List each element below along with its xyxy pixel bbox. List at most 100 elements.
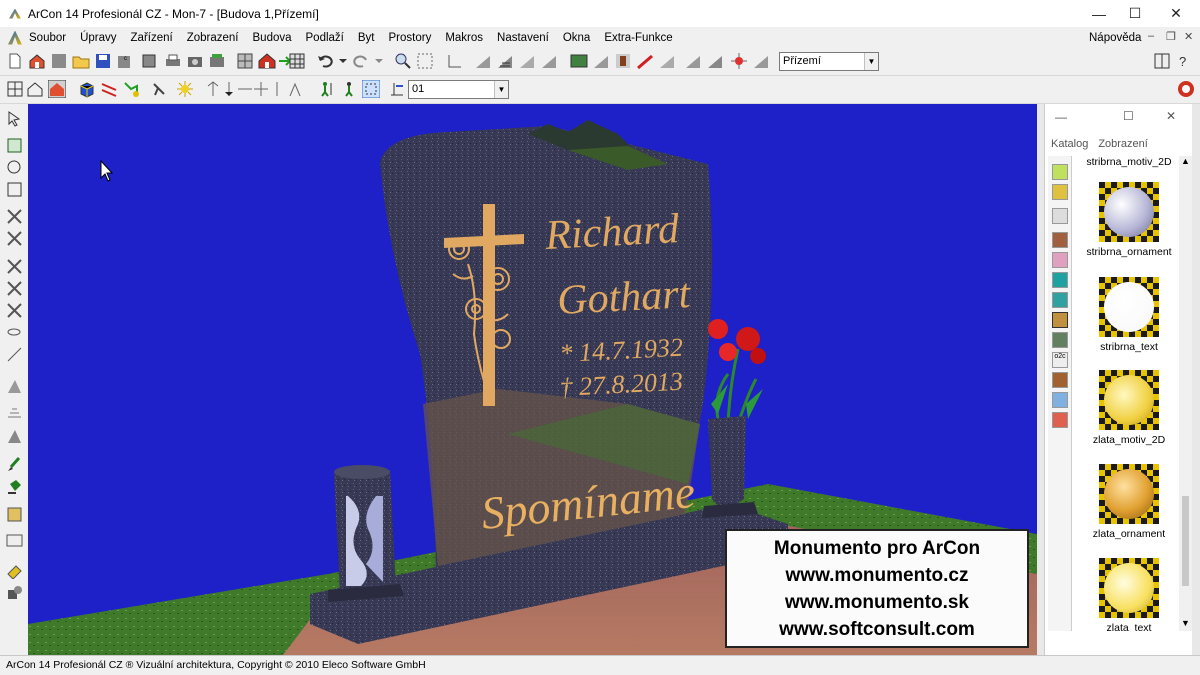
category-red-icon[interactable] [1052,412,1068,428]
menu-podlazi[interactable]: Podlaží [305,30,345,46]
red-line-tool-icon[interactable] [636,52,654,70]
outer-scrollbar[interactable] [1192,104,1200,655]
axis-icon[interactable] [446,52,464,70]
panel-maximize-icon[interactable]: ☐ [1123,109,1134,123]
opening-tool-icon[interactable] [6,302,23,319]
undo-dropdown-icon[interactable] [334,52,352,70]
menu-zarizeni[interactable]: Zařízení [130,30,174,46]
window-tool-icon[interactable] [6,258,23,275]
text-2d-icon[interactable] [6,532,23,549]
category-door-icon[interactable] [1052,372,1068,388]
category-texture-icon[interactable] [1052,292,1068,308]
gable-icon[interactable] [752,52,770,70]
person-green-icon[interactable] [318,80,336,98]
save-copy-icon[interactable]: c [116,52,134,70]
floor-combo[interactable]: Přízemí ▼ [779,52,879,71]
level-combo[interactable]: 01 ▼ [408,80,509,99]
zoom-frame-icon[interactable] [6,137,23,154]
category-teal-icon[interactable] [1052,272,1068,288]
cube-icon[interactable] [78,80,96,98]
door-tool-icon[interactable] [6,280,23,297]
plan-view-icon[interactable] [6,80,24,98]
house-red-icon[interactable] [258,52,276,70]
zoom-in-icon[interactable] [6,159,23,176]
light-red-icon[interactable] [100,80,118,98]
floor-plate-icon[interactable] [6,402,23,419]
chevron-down-icon[interactable]: ▼ [494,81,508,98]
view-arrows-icon-6[interactable] [286,80,304,98]
level-icon[interactable] [388,80,406,98]
roof-tool-icon[interactable] [592,52,610,70]
tab-katalog[interactable]: Katalog [1051,138,1088,150]
view-arrows-icon-5[interactable] [268,80,286,98]
sun-icon[interactable] [176,80,194,98]
menu-extra-funkce[interactable]: Extra-Funkce [603,30,673,46]
maximize-button[interactable]: ☐ [1112,0,1158,27]
dormer-icon[interactable] [684,52,702,70]
menu-napoveda[interactable]: Nápověda [1089,32,1141,44]
catalog-scrollbar[interactable]: ▲ ▼ [1179,156,1192,631]
menu-zobrazeni[interactable]: Zobrazení [186,30,240,46]
menu-budova[interactable]: Budova [252,30,293,46]
category-grid-icon[interactable] [1052,184,1068,200]
grid-icon[interactable] [288,52,306,70]
category-window-icon[interactable] [1052,392,1068,408]
category-filter-icon[interactable] [1052,208,1068,224]
roof-shape-icon[interactable] [658,52,676,70]
person-dark-icon[interactable] [340,80,358,98]
hatch-tool-icon[interactable] [496,52,514,70]
export-icon[interactable] [140,52,158,70]
house-wizard-icon[interactable] [28,52,46,70]
category-chair-icon[interactable] [1052,232,1068,248]
grey-block-icon[interactable] [50,52,68,70]
menu-upravy[interactable]: Úpravy [79,30,117,46]
category-2d-icon[interactable]: o2c [1052,352,1068,368]
catalog-book-icon[interactable] [1153,52,1171,70]
category-pattern-icon[interactable] [1052,252,1068,268]
catalog-item-stribrna-motiv-2d[interactable]: stribrna_motiv_2D [1079,156,1179,168]
figure-icon[interactable] [614,52,632,70]
document-system-icon[interactable] [8,30,22,45]
open-folder-icon[interactable] [72,52,90,70]
scroll-down-icon[interactable]: ▼ [1181,618,1190,628]
category-tools-icon[interactable] [1052,332,1068,348]
catalog-item-zlata-ornament[interactable]: zlata_ornament [1079,464,1179,540]
camera-icon[interactable] [186,52,204,70]
new-file-icon[interactable] [6,52,24,70]
mdi-restore-icon[interactable]: ❐ [1166,30,1176,43]
lamp-icon[interactable] [122,80,140,98]
category-furniture-icon[interactable] [1052,164,1068,180]
menu-okna[interactable]: Okna [562,30,592,46]
mdi-minimize-icon[interactable]: – [1148,30,1154,42]
zoom-out-icon[interactable] [6,181,23,198]
brush-icon[interactable] [6,456,23,473]
house-3d-icon[interactable] [48,80,66,98]
skylight-icon[interactable] [706,52,724,70]
walls-icon[interactable] [236,52,254,70]
pointer-icon[interactable] [6,110,23,127]
ramp-tool-icon[interactable] [540,52,558,70]
catalog-item-stribrna-text[interactable]: stribrna_text [1079,277,1179,353]
plot-icon[interactable] [208,52,226,70]
panel-close-icon[interactable]: ✕ [1166,109,1176,123]
stairs-tool-icon[interactable] [474,52,492,70]
catalog-item-zlata-text[interactable]: zlata_text [1079,558,1179,631]
house-outline-icon[interactable] [26,80,44,98]
selection-frame-icon[interactable] [362,80,380,98]
dimension-tool-icon[interactable] [6,346,23,363]
print-icon[interactable] [164,52,182,70]
slope-tool-icon[interactable] [518,52,536,70]
terrain-icon[interactable] [570,52,588,70]
menu-byt[interactable]: Byt [357,30,376,46]
bucket-icon[interactable] [6,478,23,495]
texture-icon[interactable] [6,506,23,523]
chevron-down-icon[interactable]: ▼ [864,53,878,70]
panel-minimize-icon[interactable]: — [1055,110,1067,124]
close-button[interactable]: ✕ [1153,0,1199,27]
wall-tool-icon-1[interactable] [6,208,23,225]
scroll-thumb[interactable] [1182,496,1189,586]
undo-icon[interactable] [316,52,334,70]
menu-nastaveni[interactable]: Nastavení [496,30,550,46]
menu-makros[interactable]: Makros [444,30,484,46]
roof-side-icon[interactable] [6,428,23,445]
